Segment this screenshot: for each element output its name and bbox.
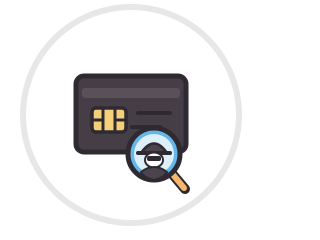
card-chip-icon	[90, 106, 128, 134]
spy-card-inspection-icon	[72, 72, 208, 204]
icon-badge	[0, 0, 247, 240]
